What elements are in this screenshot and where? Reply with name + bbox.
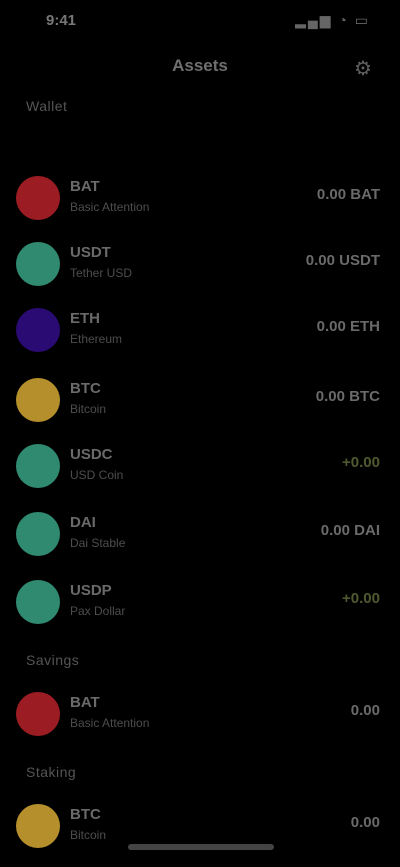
- page-title: Assets: [172, 56, 228, 75]
- asset-symbol: BTC: [70, 380, 101, 397]
- asset-symbol: USDT: [70, 244, 111, 261]
- asset-row[interactable]: BAT Basic Attention 0.00: [0, 684, 400, 746]
- coin-icon: [16, 242, 60, 286]
- asset-name: Pax Dollar: [70, 604, 126, 618]
- asset-name: Bitcoin: [70, 402, 107, 416]
- asset-balance: 0.00 BAT: [316, 186, 380, 203]
- settings-icon[interactable]: ⚙: [348, 54, 378, 84]
- home-indicator[interactable]: [128, 844, 274, 850]
- asset-symbol: BTC: [70, 806, 101, 823]
- section-label-staking: Staking: [26, 764, 77, 780]
- asset-balance: 0.00 DAI: [320, 522, 380, 539]
- asset-row[interactable]: DAI Dai Stable 0.00 DAI: [0, 504, 400, 566]
- asset-symbol: ETH: [70, 310, 100, 327]
- asset-name: Bitcoin: [70, 828, 107, 842]
- asset-name: Basic Attention: [70, 200, 150, 214]
- section-label-wallet: Wallet: [26, 98, 68, 114]
- coin-icon: [16, 580, 60, 624]
- asset-name: Basic Attention: [70, 716, 150, 730]
- coin-icon: [16, 512, 60, 556]
- status-icons: ▂▄▆ ◔ ▭: [295, 12, 370, 28]
- coin-icon: [16, 804, 60, 848]
- asset-symbol: BAT: [70, 178, 100, 195]
- asset-balance: 0.00 BTC: [315, 388, 380, 405]
- header: Assets ⚙: [0, 44, 400, 90]
- asset-balance: 0.00 ETH: [316, 318, 380, 335]
- asset-symbol: BAT: [70, 694, 100, 711]
- asset-balance: +0.00: [342, 454, 380, 471]
- asset-row[interactable]: USDC USD Coin +0.00: [0, 436, 400, 498]
- coin-icon: [16, 176, 60, 220]
- coin-icon: [16, 692, 60, 736]
- asset-balance: +0.00: [342, 590, 380, 607]
- asset-balance: 0.00: [350, 702, 380, 719]
- coin-icon: [16, 308, 60, 352]
- asset-symbol: USDP: [70, 582, 112, 599]
- asset-row[interactable]: BAT Basic Attention 0.00 BAT: [0, 168, 400, 230]
- coin-icon: [16, 378, 60, 422]
- coin-icon: [16, 444, 60, 488]
- asset-name: USD Coin: [70, 468, 124, 482]
- status-time: 9:41: [46, 12, 77, 29]
- asset-name: Ethereum: [70, 332, 123, 346]
- asset-row[interactable]: USDT Tether USD 0.00 USDT: [0, 234, 400, 296]
- asset-row[interactable]: ETH Ethereum 0.00 ETH: [0, 300, 400, 362]
- asset-balance: 0.00: [350, 814, 380, 831]
- status-bar: 9:41 ▂▄▆ ◔ ▭: [0, 0, 400, 44]
- asset-name: Dai Stable: [70, 536, 126, 550]
- asset-name: Tether USD: [70, 266, 133, 280]
- asset-symbol: USDC: [70, 446, 113, 463]
- asset-balance: 0.00 USDT: [305, 252, 380, 269]
- asset-row[interactable]: BTC Bitcoin 0.00 BTC: [0, 370, 400, 432]
- asset-symbol: DAI: [70, 514, 96, 531]
- asset-row[interactable]: USDP Pax Dollar +0.00: [0, 572, 400, 634]
- section-label-savings: Savings: [26, 652, 80, 668]
